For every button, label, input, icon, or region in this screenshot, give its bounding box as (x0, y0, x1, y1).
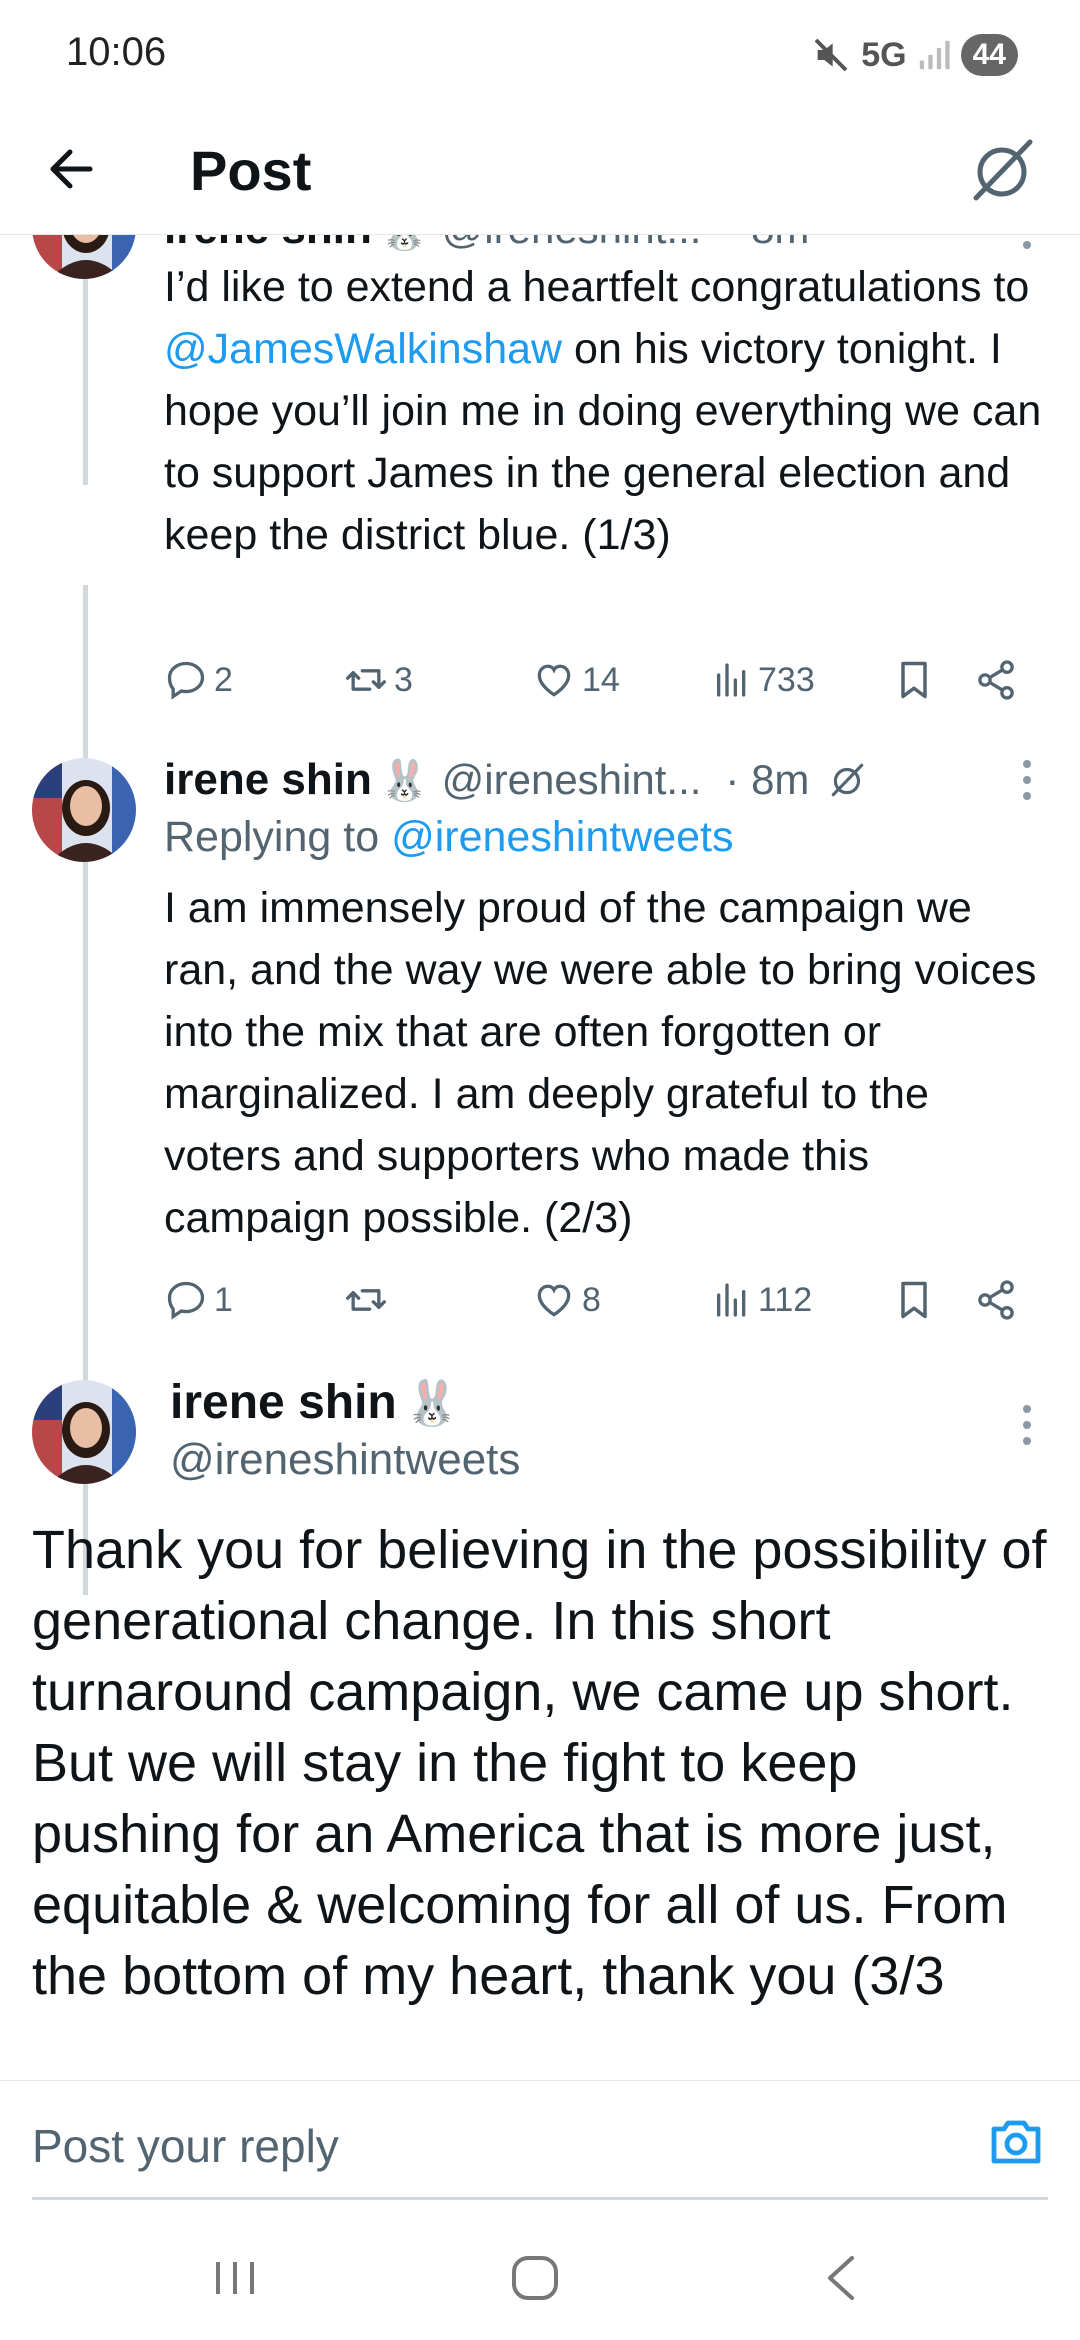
mention-link[interactable]: @JamesWalkinshaw (164, 325, 562, 373)
bookmark-button[interactable] (892, 650, 936, 710)
post-author-row: irene shin 🐰 @ireneshint... · 8m (164, 750, 869, 810)
post-time[interactable]: · 8m (725, 235, 809, 253)
views-button[interactable]: 112 (712, 1270, 812, 1330)
bookmark-icon (901, 661, 927, 699)
network-type: 5G (861, 35, 907, 74)
like-count: 14 (582, 660, 620, 699)
views-button[interactable]: 733 (712, 650, 815, 710)
post-header: Post (0, 110, 1080, 235)
replying-to-mention[interactable]: @ireneshintweets (391, 813, 733, 861)
bunny-emoji: 🐰 (379, 758, 430, 803)
post-text: I’d like to extend a heartfelt congratul… (164, 256, 1044, 566)
reply-count: 1 (214, 1280, 233, 1319)
replying-to-line: Replying to @ireneshintweets (164, 813, 734, 862)
reply-icon (167, 1281, 205, 1320)
views-count: 112 (758, 1280, 813, 1319)
main-post-text: Thank you for believing in the possibili… (32, 1520, 1047, 2006)
post-actions: 2 3 14 733 (164, 650, 1034, 710)
grok-icon[interactable] (964, 130, 1044, 210)
repost-button[interactable]: 3 (344, 650, 413, 710)
post-text-part: I’d like to extend a heartfelt congratul… (164, 263, 1030, 311)
post-text: I am immensely proud of the campaign we … (164, 884, 1037, 1242)
home-icon[interactable] (500, 2248, 570, 2308)
repost-icon (346, 669, 386, 691)
author-name[interactable]: irene shin (164, 755, 372, 805)
avatar[interactable] (32, 758, 136, 862)
like-button[interactable]: 8 (532, 1270, 601, 1330)
bunny-emoji: 🐰 (404, 1378, 460, 1428)
status-bar: 10:06 5G 44 (0, 0, 1080, 110)
reply-icon (167, 661, 205, 700)
repost-count: 3 (394, 660, 413, 699)
repost-icon (346, 1289, 386, 1311)
main-author-row: irene shin 🐰 (170, 1375, 472, 1430)
thread-timeline[interactable]: irene shin 🐰 @ireneshint... · 8m I’d lik… (0, 235, 1080, 2080)
replying-prefix: Replying to (164, 813, 392, 861)
share-icon (978, 660, 1014, 700)
reply-button[interactable]: 2 (164, 650, 233, 710)
camera-icon[interactable] (988, 2115, 1044, 2167)
back-arrow-icon[interactable] (40, 134, 110, 204)
status-time: 10:06 (66, 30, 167, 74)
post-actions: 1 8 112 (164, 1270, 1034, 1330)
author-name[interactable]: irene shin (170, 1375, 397, 1430)
reply-input[interactable]: Post your reply (32, 2119, 339, 2173)
avatar[interactable] (32, 1380, 136, 1484)
bookmark-icon (901, 1281, 927, 1319)
reply-button[interactable]: 1 (164, 1270, 233, 1330)
more-icon[interactable] (1012, 750, 1042, 810)
author-name[interactable]: irene shin (164, 235, 372, 254)
avatar[interactable] (32, 235, 136, 279)
bunny-emoji: 🐰 (380, 235, 430, 253)
more-icon[interactable] (1012, 1395, 1042, 1455)
system-nav-bar (0, 2200, 1080, 2340)
signal-icon (919, 40, 950, 70)
battery-indicator: 44 (960, 34, 1018, 76)
reply-composer[interactable]: Post your reply (0, 2080, 1080, 2200)
author-handle[interactable]: @ireneshintweets (170, 1435, 520, 1485)
grok-icon[interactable] (827, 759, 869, 801)
like-icon (537, 1284, 571, 1317)
author-handle[interactable]: @ireneshint... (442, 235, 702, 253)
reply-count: 2 (214, 660, 233, 699)
bookmark-button[interactable] (892, 1270, 936, 1330)
page-title: Post (190, 139, 312, 202)
share-button[interactable] (974, 1270, 1018, 1330)
like-button[interactable]: 14 (532, 650, 620, 710)
author-handle[interactable]: @ireneshint... (442, 756, 702, 804)
recents-icon[interactable] (200, 2248, 270, 2308)
status-indicators: 5G 44 (811, 30, 1018, 80)
views-icon (717, 663, 746, 697)
share-button[interactable] (974, 650, 1018, 710)
mute-icon (814, 38, 848, 72)
repost-button[interactable] (344, 1270, 394, 1330)
like-icon (537, 664, 571, 697)
post-time[interactable]: · 8m (725, 756, 809, 804)
views-count: 733 (758, 660, 815, 699)
like-count: 8 (582, 1280, 601, 1319)
views-icon (717, 1283, 746, 1317)
nav-back-icon[interactable] (806, 2248, 876, 2308)
share-icon (978, 1280, 1014, 1320)
